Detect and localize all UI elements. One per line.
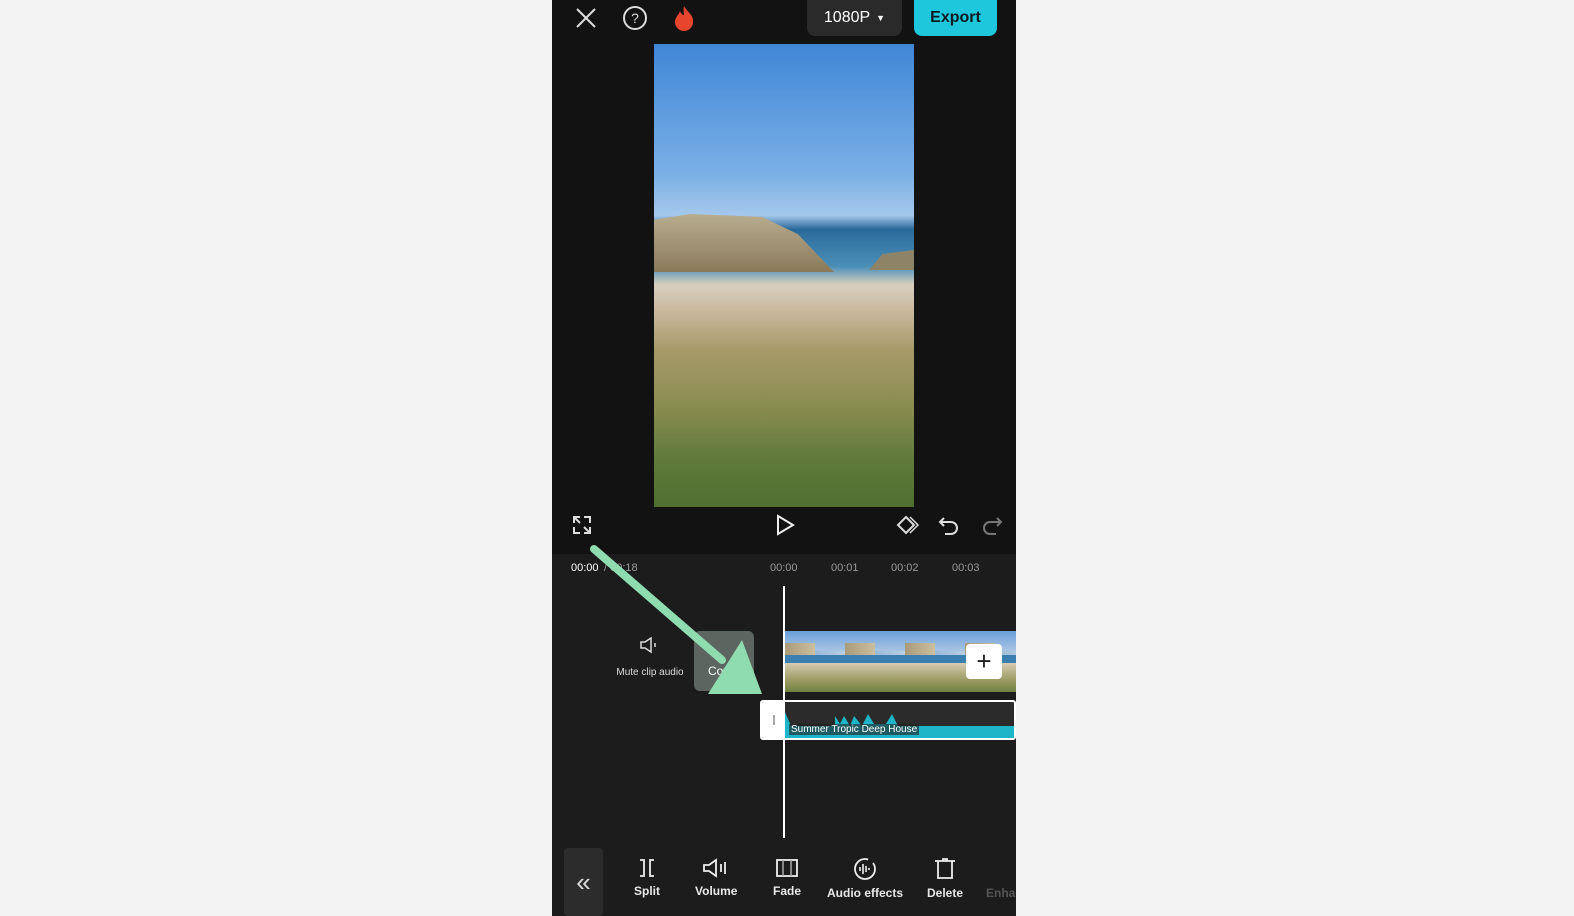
close-icon[interactable] [574,6,598,30]
fade-button[interactable]: Fade [773,858,801,898]
cover-button[interactable]: Cover [694,631,754,691]
redo-icon[interactable] [981,514,1003,536]
ruler-tick: 00:03 [952,562,980,574]
video-clip[interactable]: + [785,631,1016,692]
fade-icon [776,859,798,877]
play-icon[interactable] [774,514,796,536]
delete-button[interactable]: Delete [927,858,963,900]
playhead[interactable] [783,586,785,838]
video-preview[interactable] [654,44,914,507]
current-time: 00:00 [571,562,599,574]
ruler-tick: 00:01 [831,562,859,574]
resolution-value: 1080P [823,9,871,26]
svg-text:?: ? [631,10,639,26]
split-label: Split [634,884,660,898]
total-time: / 00:18 [604,562,638,574]
split-button[interactable]: Split [634,858,660,898]
playback-controls [552,512,1016,540]
help-icon[interactable]: ? [622,5,648,31]
audio-effects-icon [854,858,876,880]
caret-down-icon: ▼ [876,13,886,23]
enhance-icon [990,858,1012,880]
volume-button[interactable]: Volume [695,858,737,898]
audio-track-name: Summer Tropic Deep House [789,724,920,735]
ruler-tick: 00:02 [891,562,919,574]
volume-label: Volume [695,884,738,898]
fire-icon[interactable] [671,4,697,32]
collapse-button[interactable]: « [564,848,603,916]
audio-effects-label: Audio effects [827,886,904,900]
undo-icon[interactable] [938,514,960,536]
bottom-toolbar: « Split Volume Fade Audio effects Delete… [552,840,1016,916]
ruler-tick: 00:00 [770,562,798,574]
audio-effects-button[interactable]: Audio effects [827,858,903,900]
speaker-icon [640,636,656,654]
keyframe-icon[interactable] [894,514,920,536]
split-icon [640,859,654,877]
timeline[interactable]: 00:00 / 00:18 00:00 00:01 00:02 00:03 Mu… [552,554,1016,840]
cover-label: Cover [708,664,741,678]
fade-label: Fade [773,884,802,898]
export-button[interactable]: Export [914,0,997,36]
fullscreen-icon[interactable] [572,514,592,536]
volume-icon [703,858,727,878]
enhance-label: Enha [986,886,1016,900]
video-editor: ? 1080P ▼ Export 00:00 / 00:18 00:00 00:0… [552,0,1016,916]
audio-clip[interactable]: Summer Tropic Deep House [760,700,1016,740]
enhance-button[interactable]: Enha [986,858,1015,900]
resolution-dropdown[interactable]: 1080P ▼ [807,0,902,36]
mute-label: Mute clip audio [616,667,684,678]
double-chevron-left-icon: « [576,866,591,897]
add-clip-button[interactable]: + [966,644,1002,679]
mute-clip-audio-button[interactable]: Mute clip audio [614,636,686,678]
top-bar: ? 1080P ▼ Export [552,0,1016,36]
trim-handle[interactable] [762,702,785,738]
delete-icon [935,858,956,879]
delete-label: Delete [927,886,964,900]
